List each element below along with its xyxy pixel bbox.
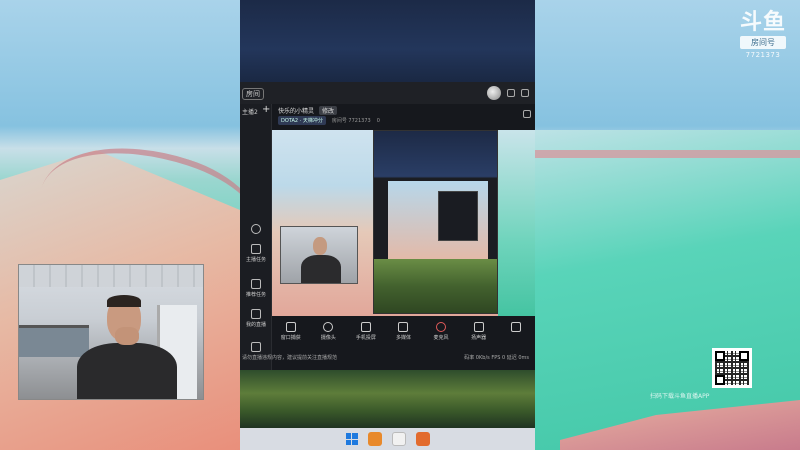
preview-webcam xyxy=(280,226,358,284)
room-id: 房间号 7721373 xyxy=(331,118,371,124)
fans-count: 0 xyxy=(376,117,380,124)
tool-label: 扬声器 xyxy=(471,335,487,341)
wallpaper-bottom-shore xyxy=(560,400,800,450)
add-scene-button[interactable]: + xyxy=(262,104,270,115)
wallpaper-strip xyxy=(535,150,800,158)
record-button[interactable] xyxy=(501,322,531,334)
share-icon[interactable] xyxy=(523,110,531,118)
menu-icon[interactable] xyxy=(521,89,529,97)
tool-label: 窗口捕获 xyxy=(280,335,301,341)
stream-preview xyxy=(272,130,535,316)
webcam-overlay xyxy=(18,264,204,400)
sidebar-item-label: 我的直播 xyxy=(245,322,266,328)
monitor-icon xyxy=(285,322,296,332)
sidebar-item-tasks[interactable]: 主播任务 xyxy=(240,244,272,263)
qr-code xyxy=(712,348,752,388)
sidebar-item-label: 推荐任务 xyxy=(245,292,266,298)
watermark-room-number: 7721373 xyxy=(745,51,781,59)
douyu-watermark: 斗鱼 房间号 7721373 xyxy=(740,12,786,59)
app-titlebar: 房间 xyxy=(240,82,535,104)
notice-text: 请勿直播违规内容，建议提前关注直播规范 xyxy=(242,355,338,361)
game-category[interactable]: DOTA2 · 天梯冲分 xyxy=(278,116,326,125)
phone-screen-stream: 房间 主播2 + 主播任务 推荐任务 我的直播 快乐的小精灵 修改 DOTA2 … xyxy=(240,0,535,450)
edit-room-button[interactable]: 修改 xyxy=(318,106,337,115)
camera-icon xyxy=(323,322,334,332)
watermark-tag: 房间号 xyxy=(740,36,786,49)
qr-caption: 扫码下载斗鱼直播APP xyxy=(650,393,710,400)
avatar[interactable] xyxy=(487,86,501,100)
qr-finder xyxy=(739,351,749,361)
windows-taskbar xyxy=(240,428,535,450)
watermark-logo: 斗鱼 xyxy=(740,10,787,35)
windows-start-icon[interactable] xyxy=(345,433,358,445)
chat-app-icon[interactable] xyxy=(391,432,406,446)
speaker-button[interactable]: 扬声器 xyxy=(464,322,494,341)
sidebar: 主播2 + 主播任务 推荐任务 我的直播 xyxy=(240,104,272,370)
preview-cam-head xyxy=(313,237,327,255)
sidebar-item-recommend[interactable]: 推荐任务 xyxy=(240,279,272,298)
nested-preview-window xyxy=(373,130,498,314)
download-icon xyxy=(251,342,261,352)
phone-wallpaper-landscape xyxy=(240,370,535,428)
tool-label: 摄像头 xyxy=(320,335,336,341)
wallpaper-right-land xyxy=(535,130,800,450)
status-bar: 请勿直播违规内容，建议提前关注直播规范 码率 0Kb/s FPS 0 延迟 0m… xyxy=(240,354,535,361)
sidebar-item-more[interactable] xyxy=(240,224,272,236)
sidebar-item-download[interactable] xyxy=(240,342,272,354)
microphone-button[interactable]: 麦克风 xyxy=(426,322,456,341)
cam-bunk-bed xyxy=(19,325,89,357)
media-button[interactable]: 多媒体 xyxy=(388,322,418,341)
cam-ceiling xyxy=(19,265,203,287)
source-toolbar: 窗口捕获 摄像头 手机投屏 多媒体 麦克风 扬声器 xyxy=(272,318,535,348)
sidebar-item-my-live[interactable]: 我的直播 xyxy=(240,309,272,328)
cam-person-body xyxy=(77,343,177,399)
recommend-icon xyxy=(251,279,261,289)
calendar-icon xyxy=(251,309,261,319)
window-capture-button[interactable]: 窗口捕获 xyxy=(276,322,306,341)
cam-person-hand xyxy=(115,327,139,345)
speaker-icon xyxy=(473,322,484,332)
sidebar-item-label: 主播任务 xyxy=(245,257,266,263)
preview-right-strip xyxy=(498,130,535,316)
nested-preview-inner xyxy=(388,181,488,261)
video-icon xyxy=(511,322,522,332)
tool-label: 麦克风 xyxy=(433,335,449,341)
stream-stats: 码率 0Kb/s FPS 0 延迟 0ms xyxy=(464,355,529,361)
phone-wallpaper-sky xyxy=(240,0,535,82)
room-header: 快乐的小精灵 修改 xyxy=(278,106,337,115)
phone-cast-button[interactable]: 手机投屏 xyxy=(351,322,381,341)
message-icon[interactable] xyxy=(507,89,515,97)
qr-finder xyxy=(715,375,725,385)
game-app-icon[interactable] xyxy=(415,432,430,446)
nested-landscape xyxy=(374,259,497,313)
tool-label: 手机投屏 xyxy=(355,335,376,341)
douyu-app-icon[interactable] xyxy=(367,432,382,446)
camera-button[interactable]: 摄像头 xyxy=(313,322,343,341)
nested-preview-deeper xyxy=(438,191,478,241)
tool-label: 多媒体 xyxy=(395,335,411,341)
qr-finder xyxy=(715,351,725,361)
preview-cam-body xyxy=(301,255,341,283)
more-icon xyxy=(251,224,261,234)
room-info: DOTA2 · 天梯冲分 房间号 7721373 0 xyxy=(278,116,380,125)
room-name: 快乐的小精灵 xyxy=(278,108,315,115)
microphone-icon xyxy=(436,322,447,332)
streaming-app-body: 主播2 + 主播任务 推荐任务 我的直播 快乐的小精灵 修改 DOTA2 · 天… xyxy=(240,104,535,370)
task-icon xyxy=(251,244,261,254)
phone-icon xyxy=(360,322,371,332)
home-tab[interactable]: 房间 xyxy=(242,88,264,100)
cam-person-hair xyxy=(107,295,141,307)
play-icon xyxy=(398,322,409,332)
